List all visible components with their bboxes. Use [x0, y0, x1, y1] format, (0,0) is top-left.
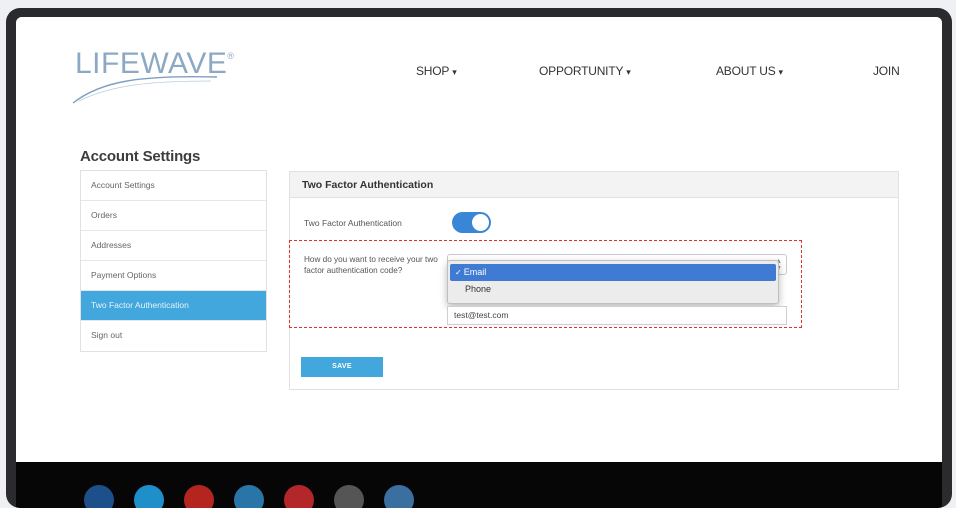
nav-item-about-us[interactable]: ABOUT US ▾ — [716, 64, 783, 78]
save-button[interactable]: SAVE — [301, 357, 383, 377]
social-instagram-icon[interactable] — [334, 485, 364, 508]
toggle-label: Two Factor Authentication — [304, 218, 402, 228]
highlight-annotation — [289, 240, 802, 328]
sidebar-item-account-settings[interactable]: Account Settings — [81, 171, 266, 201]
device-frame: LIFEWAVE® SHOP ▾ OPPORTUNITY ▾ ABOUT US ▾ J… — [6, 8, 952, 508]
account-sidebar: Account Settings Orders Addresses Paymen… — [80, 170, 267, 352]
site-header: LIFEWAVE® SHOP ▾ OPPORTUNITY ▾ ABOUT US ▾ J… — [16, 17, 942, 112]
nav-item-opportunity[interactable]: OPPORTUNITY ▾ — [539, 64, 631, 78]
sidebar-item-sign-out[interactable]: Sign out — [81, 321, 266, 351]
toggle-knob — [472, 214, 489, 231]
social-pinterest-icon[interactable] — [284, 485, 314, 508]
main-nav: SHOP ▾ OPPORTUNITY ▾ ABOUT US ▾ JOIN — [16, 64, 942, 84]
two-factor-toggle[interactable] — [452, 212, 491, 233]
nav-item-join[interactable]: JOIN — [873, 64, 900, 78]
social-blog-icon[interactable] — [384, 485, 414, 508]
page-title: Account Settings — [80, 148, 201, 165]
sidebar-item-orders[interactable]: Orders — [81, 201, 266, 231]
sidebar-item-two-factor-authentication[interactable]: Two Factor Authentication — [81, 291, 266, 321]
sidebar-item-payment-options[interactable]: Payment Options — [81, 261, 266, 291]
social-youtube-icon[interactable] — [184, 485, 214, 508]
social-facebook-icon[interactable] — [84, 485, 114, 508]
sidebar-item-addresses[interactable]: Addresses — [81, 231, 266, 261]
chevron-down-icon: ▾ — [452, 67, 457, 77]
chevron-down-icon: ▾ — [778, 67, 784, 77]
browser-screen: LIFEWAVE® SHOP ▾ OPPORTUNITY ▾ ABOUT US ▾ J… — [16, 17, 942, 508]
nav-item-shop[interactable]: SHOP ▾ — [416, 64, 457, 78]
chevron-down-icon: ▾ — [626, 67, 631, 77]
social-linkedin-icon[interactable] — [234, 485, 264, 508]
social-twitter-icon[interactable] — [134, 485, 164, 508]
panel-title: Two Factor Authentication — [290, 172, 898, 198]
